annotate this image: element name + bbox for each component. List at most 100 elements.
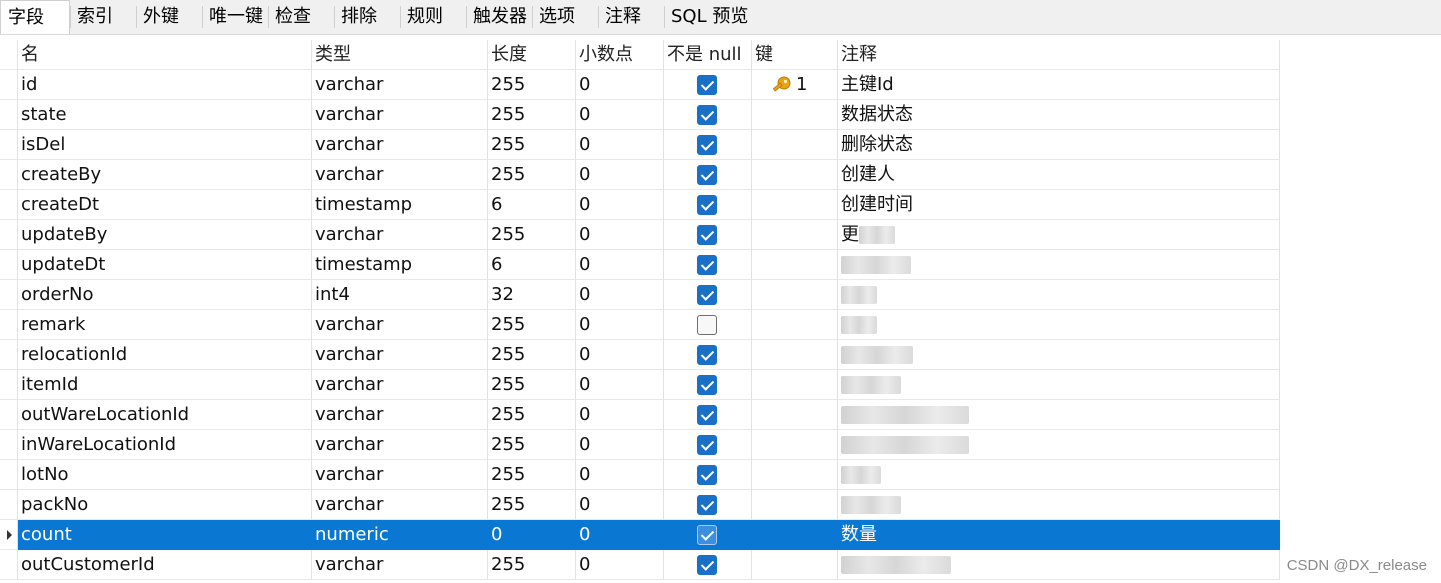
not-null-cell[interactable] <box>664 370 752 400</box>
field-length-cell[interactable]: 255 <box>488 340 576 370</box>
field-name-cell[interactable]: outWareLocationId <box>18 400 312 430</box>
field-type-cell[interactable]: varchar <box>312 310 488 340</box>
key-cell[interactable] <box>752 250 838 280</box>
table-row[interactable]: updateDt timestamp 6 0 <box>0 250 1280 280</box>
field-name-cell[interactable]: itemId <box>18 370 312 400</box>
not-null-checkbox[interactable] <box>697 555 717 575</box>
field-decimal-cell[interactable]: 0 <box>576 370 664 400</box>
comment-cell[interactable] <box>838 370 1280 400</box>
field-type-cell[interactable]: varchar <box>312 490 488 520</box>
field-decimal-cell[interactable]: 0 <box>576 250 664 280</box>
column-header-name[interactable]: 名 <box>18 40 312 70</box>
field-type-cell[interactable]: numeric <box>312 520 488 550</box>
field-decimal-cell[interactable]: 0 <box>576 280 664 310</box>
not-null-checkbox[interactable] <box>697 135 717 155</box>
field-decimal-cell[interactable]: 0 <box>576 550 664 580</box>
field-decimal-cell[interactable]: 0 <box>576 310 664 340</box>
column-header-decimal[interactable]: 小数点 <box>576 40 664 70</box>
not-null-checkbox[interactable] <box>697 75 717 95</box>
not-null-checkbox[interactable] <box>697 105 717 125</box>
field-type-cell[interactable]: varchar <box>312 400 488 430</box>
tab-checks[interactable]: 检查 <box>268 0 334 34</box>
tab-triggers[interactable]: 触发器 <box>466 0 532 34</box>
field-type-cell[interactable]: varchar <box>312 340 488 370</box>
comment-cell[interactable] <box>838 430 1280 460</box>
not-null-cell[interactable] <box>664 430 752 460</box>
key-cell[interactable]: 1 <box>752 70 838 100</box>
column-header-not-null[interactable]: 不是 null <box>664 40 752 70</box>
tab-unique-keys[interactable]: 唯一键 <box>202 0 268 34</box>
field-length-cell[interactable]: 255 <box>488 550 576 580</box>
not-null-checkbox[interactable] <box>697 495 717 515</box>
not-null-checkbox[interactable] <box>697 165 717 185</box>
key-cell[interactable] <box>752 190 838 220</box>
field-name-cell[interactable]: isDel <box>18 130 312 160</box>
field-decimal-cell[interactable]: 0 <box>576 220 664 250</box>
key-cell[interactable] <box>752 400 838 430</box>
field-type-cell[interactable]: varchar <box>312 430 488 460</box>
comment-cell[interactable] <box>838 490 1280 520</box>
not-null-checkbox[interactable] <box>697 315 717 335</box>
tab-options[interactable]: 选项 <box>532 0 598 34</box>
table-row[interactable]: outWareLocationId varchar 255 0 <box>0 400 1280 430</box>
key-cell[interactable] <box>752 280 838 310</box>
not-null-cell[interactable] <box>664 340 752 370</box>
field-type-cell[interactable]: varchar <box>312 100 488 130</box>
field-name-cell[interactable]: outCustomerId <box>18 550 312 580</box>
key-cell[interactable] <box>752 160 838 190</box>
field-length-cell[interactable]: 0 <box>488 520 576 550</box>
tab-fields[interactable]: 字段 <box>0 0 70 34</box>
field-type-cell[interactable]: varchar <box>312 70 488 100</box>
not-null-checkbox[interactable] <box>697 255 717 275</box>
not-null-checkbox[interactable] <box>697 285 717 305</box>
comment-cell[interactable] <box>838 250 1280 280</box>
tab-comment[interactable]: 注释 <box>598 0 664 34</box>
not-null-cell[interactable] <box>664 190 752 220</box>
table-row[interactable]: createDt timestamp 6 0 创建时间 <box>0 190 1280 220</box>
tab-rules[interactable]: 规则 <box>400 0 466 34</box>
key-cell[interactable] <box>752 130 838 160</box>
comment-cell[interactable]: 创建人 <box>838 160 1280 190</box>
not-null-cell[interactable] <box>664 250 752 280</box>
not-null-cell[interactable] <box>664 400 752 430</box>
key-cell[interactable] <box>752 550 838 580</box>
not-null-cell[interactable] <box>664 130 752 160</box>
not-null-cell[interactable] <box>664 460 752 490</box>
field-type-cell[interactable]: timestamp <box>312 250 488 280</box>
not-null-cell[interactable] <box>664 550 752 580</box>
field-type-cell[interactable]: varchar <box>312 130 488 160</box>
field-decimal-cell[interactable]: 0 <box>576 160 664 190</box>
field-name-cell[interactable]: remark <box>18 310 312 340</box>
field-length-cell[interactable]: 255 <box>488 160 576 190</box>
comment-cell[interactable] <box>838 340 1280 370</box>
field-type-cell[interactable]: varchar <box>312 160 488 190</box>
field-name-cell[interactable]: createBy <box>18 160 312 190</box>
comment-cell[interactable] <box>838 460 1280 490</box>
not-null-cell[interactable] <box>664 490 752 520</box>
key-cell[interactable] <box>752 340 838 370</box>
column-header-key[interactable]: 键 <box>752 40 838 70</box>
table-row[interactable]: count numeric 0 0 数量 <box>0 520 1280 550</box>
field-name-cell[interactable]: packNo <box>18 490 312 520</box>
key-cell[interactable] <box>752 100 838 130</box>
field-length-cell[interactable]: 6 <box>488 190 576 220</box>
table-row[interactable]: remark varchar 255 0 <box>0 310 1280 340</box>
field-name-cell[interactable]: id <box>18 70 312 100</box>
comment-cell[interactable] <box>838 550 1280 580</box>
comment-cell[interactable] <box>838 310 1280 340</box>
not-null-cell[interactable] <box>664 520 752 550</box>
field-decimal-cell[interactable]: 0 <box>576 340 664 370</box>
not-null-cell[interactable] <box>664 280 752 310</box>
comment-cell[interactable]: 更 <box>838 220 1280 250</box>
field-type-cell[interactable]: timestamp <box>312 190 488 220</box>
field-name-cell[interactable]: count <box>18 520 312 550</box>
table-row[interactable]: isDel varchar 255 0 删除状态 <box>0 130 1280 160</box>
table-row[interactable]: state varchar 255 0 数据状态 <box>0 100 1280 130</box>
field-decimal-cell[interactable]: 0 <box>576 430 664 460</box>
field-name-cell[interactable]: inWareLocationId <box>18 430 312 460</box>
field-decimal-cell[interactable]: 0 <box>576 490 664 520</box>
table-row[interactable]: orderNo int4 32 0 <box>0 280 1280 310</box>
field-name-cell[interactable]: lotNo <box>18 460 312 490</box>
field-name-cell[interactable]: createDt <box>18 190 312 220</box>
key-cell[interactable] <box>752 220 838 250</box>
